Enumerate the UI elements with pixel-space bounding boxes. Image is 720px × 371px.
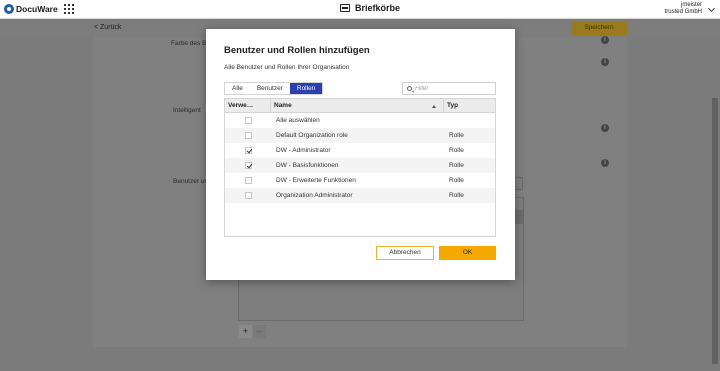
table-row[interactable]: Organization Administrator Rolle (225, 188, 495, 203)
row-checkbox[interactable] (245, 162, 252, 169)
row-type: Rolle (449, 132, 464, 139)
sort-ascending-icon (432, 105, 436, 108)
column-header-use[interactable]: Verwe… (225, 99, 271, 112)
logo-text: DocuWare (16, 4, 58, 14)
cancel-button[interactable]: Abbrechen (376, 246, 434, 260)
tab-roles[interactable]: Rollen (289, 83, 323, 94)
dialog-subtitle: Alle Benutzer und Rollen Ihrer Organisat… (224, 64, 350, 71)
row-name: Alle auswählen (276, 117, 320, 124)
row-name: DW - Basisfunktionen (276, 162, 339, 169)
user-org: trusted GmbH (664, 9, 702, 15)
table-row[interactable]: DW - Basisfunktionen Rolle (225, 158, 495, 173)
row-name: DW - Erweiterte Funktionen (276, 177, 356, 184)
dialog-title: Benutzer und Rollen hinzufügen (224, 45, 370, 56)
user-name: jmeister (680, 2, 702, 8)
apps-grid-icon[interactable] (64, 4, 74, 14)
filter-input[interactable] (415, 84, 493, 94)
roles-table: Verwe… Name Typ Alle auswählen Default O… (224, 98, 496, 237)
save-button[interactable]: Speichern (571, 21, 627, 35)
table-row[interactable]: DW - Administrator Rolle (225, 143, 495, 158)
tab-all[interactable]: Alle (225, 83, 250, 94)
row-name: Default Organization role (276, 132, 348, 139)
row-name: DW - Administrator (276, 147, 331, 154)
filter-box[interactable] (402, 82, 496, 95)
info-icon[interactable]: i (601, 36, 609, 44)
table-header: Verwe… Name Typ (225, 99, 495, 113)
info-icon[interactable]: i (601, 159, 609, 167)
row-checkbox[interactable] (245, 147, 252, 154)
user-menu[interactable]: jmeister trusted GmbH (665, 2, 702, 16)
select-all-checkbox[interactable] (245, 117, 252, 124)
row-checkbox[interactable] (245, 177, 252, 184)
column-header-name-label: Name (274, 102, 292, 109)
intelligent-label: Intelligent (173, 107, 201, 114)
column-header-type[interactable]: Typ (444, 99, 495, 112)
docuware-logo-icon (4, 4, 14, 14)
info-icon[interactable]: i (601, 58, 609, 66)
users-label: Benutzer un (173, 178, 209, 185)
back-link[interactable]: < Zurück (94, 24, 121, 31)
row-type (444, 113, 495, 128)
filter-tabs: Alle Benutzer Rollen (224, 82, 324, 95)
page-scrollbar[interactable] (712, 98, 718, 364)
add-users-roles-dialog: Benutzer und Rollen hinzufügen Alle Benu… (206, 29, 515, 280)
color-label: Farbe des B (171, 40, 207, 47)
ok-button[interactable]: OK (439, 246, 496, 260)
top-bar: DocuWare Briefkörbe jmeister trusted Gmb… (0, 0, 720, 19)
row-type: Rolle (449, 147, 464, 154)
tab-users[interactable]: Benutzer (249, 83, 290, 94)
table-row[interactable]: Default Organization role Rolle (225, 128, 495, 143)
table-row[interactable]: Alle auswählen (225, 113, 495, 128)
remove-button[interactable]: – (253, 325, 266, 338)
add-button[interactable]: + (239, 325, 252, 338)
row-checkbox[interactable] (245, 192, 252, 199)
table-row[interactable]: DW - Erweiterte Funktionen Rolle (225, 173, 495, 188)
row-checkbox[interactable] (245, 132, 252, 139)
chevron-down-icon[interactable] (707, 4, 716, 13)
column-header-name[interactable]: Name (271, 99, 444, 112)
app-title: Briefkörbe (355, 3, 401, 13)
row-type: Rolle (449, 177, 464, 184)
info-icon[interactable]: i (601, 124, 609, 132)
row-name: Organization Administrator (276, 192, 353, 199)
row-type: Rolle (449, 192, 464, 199)
row-type: Rolle (449, 162, 464, 169)
tray-icon (340, 4, 350, 12)
list-scroll-thumb[interactable] (515, 210, 523, 224)
search-icon (407, 86, 412, 91)
app-title-area: Briefkörbe (340, 3, 400, 13)
